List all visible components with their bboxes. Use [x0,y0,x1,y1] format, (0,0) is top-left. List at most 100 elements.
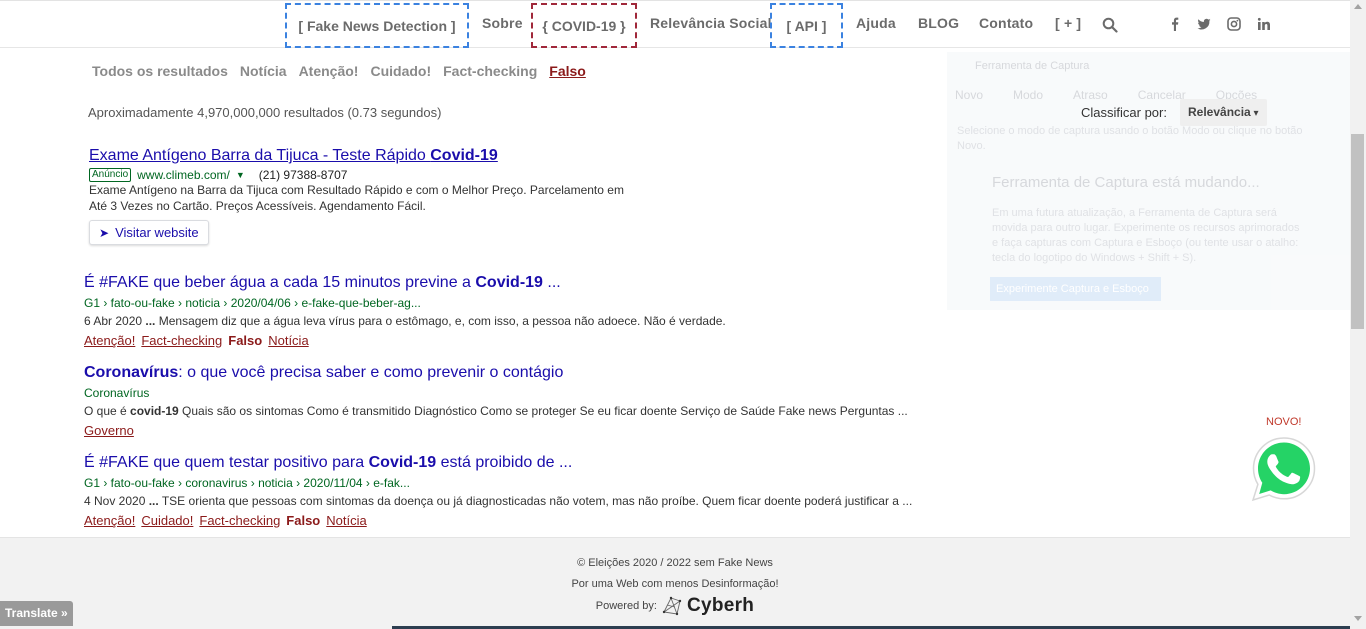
result-filters: Todos os resultados Notícia Atenção! Cui… [92,63,586,79]
scroll-down-icon[interactable] [1354,616,1362,621]
footer-tagline: Por uma Web com menos Desinformação! [571,578,779,590]
tag-atencao[interactable]: Atenção! [84,513,135,528]
snip-heading: Ferramenta de Captura está mudando... [992,174,1260,191]
result-title-suffix: : o que você precisa saber e como preven… [178,364,564,381]
result-tags: Governo [84,423,994,438]
nav-fake-news-detection[interactable]: [ Fake News Detection ] [285,3,469,48]
whatsapp-icon[interactable] [1249,434,1319,504]
tag-noticia[interactable]: Notícia [326,513,366,528]
result-title-text: É #FAKE que quem testar positivo para [84,454,369,471]
result-title[interactable]: É #FAKE que quem testar positivo para Co… [84,454,994,472]
search-result: É #FAKE que beber água a cada 15 minutos… [84,274,994,348]
result-tags: Atenção! Fact-checking Falso Notícia [84,333,994,348]
tag-atencao[interactable]: Atenção! [84,333,135,348]
result-url: G1 › fato-ou-fake › noticia › 2020/04/06… [84,296,421,310]
snip-mode-button[interactable]: Modo [1013,88,1043,102]
search-result: É #FAKE que quem testar positivo para Co… [84,454,994,528]
snip-cancel-button[interactable]: Cancelar [1138,88,1186,102]
chevron-down-icon[interactable]: ▼ [236,170,245,180]
tag-fact-checking[interactable]: Fact-checking [141,333,222,348]
result-title-suffix: ... [542,274,561,291]
snip-new-button[interactable]: Novo [955,88,983,102]
snippet-text: Mensagem diz que a água leva vírus para … [155,314,726,328]
search-result: Coronavírus: o que você precisa saber e … [84,364,994,438]
snip-title: Ferramenta de Captura [975,60,1090,72]
ad-phone[interactable]: (21) 97388-8707 [259,168,348,182]
footer-copyright: © Eleições 2020 / 2022 sem Fake News [577,557,773,569]
ad-description-2: Até 3 Vezes no Cartão. Preços Acessíveis… [89,199,426,213]
tag-governo[interactable]: Governo [84,423,134,438]
filter-noticia[interactable]: Notícia [240,63,287,79]
filter-fact-checking[interactable]: Fact-checking [443,63,537,79]
snippet-text: TSE orienta que pessoas com sintomas da … [158,494,913,508]
nav-relevancia-social[interactable]: Relevância Social [650,15,772,31]
twitter-icon[interactable] [1197,17,1211,31]
whatsapp-new-label: NOVO! [1266,416,1302,428]
filter-falso[interactable]: Falso [549,63,586,79]
result-title-bold: Coronavírus [84,364,179,381]
nav-contato[interactable]: Contato [979,15,1033,31]
nav-blog[interactable]: BLOG [918,15,959,31]
result-count: Aproximadamente 4,970,000,000 resultados… [88,105,442,120]
footer: © Eleições 2020 / 2022 sem Fake News Por… [0,537,1350,629]
snip-instructions: Selecione o modo de captura usando o bot… [957,125,1303,152]
tag-fact-checking[interactable]: Fact-checking [199,513,280,528]
snipping-tool-overlay: Ferramenta de Captura Novo Modo Atraso C… [947,52,1350,310]
filter-atencao[interactable]: Atenção! [299,63,359,79]
result-title-suffix: está proibido de ... [436,454,573,471]
search-icon[interactable] [1102,17,1118,33]
result-title-bold: Covid-19 [368,454,437,471]
ad-badge: Anúncio [89,168,132,182]
instagram-icon[interactable] [1227,17,1241,31]
result-url: Coronavírus [84,386,150,400]
nav-sobre[interactable]: Sobre [482,15,523,31]
translate-button[interactable]: Translate » [0,601,73,626]
snippet-prefix: O que é [84,404,131,418]
tag-noticia[interactable]: Notícia [268,333,308,348]
snippet-bold: ... [148,494,159,508]
arrow-right-icon: ➤ [99,225,110,240]
snippet-bold: covid-19 [130,404,179,418]
snip-delay-button[interactable]: Atraso [1073,88,1108,102]
result-title-bold: Covid-19 [475,274,543,291]
visit-website-button[interactable]: ➤ Visitar website [89,220,209,245]
filter-cuidado[interactable]: Cuidado! [370,63,431,79]
nav-covid-label: { COVID-19 } [542,18,626,34]
ad-title-text: Exame Antígeno Barra da Tijuca - Teste R… [89,147,431,164]
result-snippet: O que é covid-19 Quais são os sintomas C… [84,404,994,418]
page-scrollbar[interactable] [1350,0,1366,629]
cyberh-logo-icon [662,596,682,616]
scroll-up-icon[interactable] [1354,4,1362,9]
scroll-thumb[interactable] [1351,134,1364,329]
ad-title-bold: Covid-19 [430,147,498,164]
nav-ajuda[interactable]: Ajuda [856,15,896,31]
tag-falso: Falso [228,333,263,348]
result-title[interactable]: Coronavírus: o que você precisa saber e … [84,364,994,382]
result-title[interactable]: É #FAKE que beber água a cada 15 minutos… [84,274,994,292]
result-title-text: É #FAKE que beber água a cada 15 minutos… [84,274,476,291]
sort-label: Classificar por: [1081,105,1167,120]
snippet-date: 4 Nov 2020 [84,494,149,508]
nav-fake-news-detection-label: [ Fake News Detection ] [298,18,456,34]
nav-covid[interactable]: { COVID-19 } [531,3,637,48]
nav-more[interactable]: [ + ] [1055,15,1081,31]
ad-url[interactable]: www.climeb.com/ [137,168,230,182]
powered-by-label: Powered by: [595,600,657,612]
snip-try-button[interactable]: Experimente Captura e Esboço [990,277,1161,301]
cyberh-brand[interactable]: Cyberh [687,595,754,617]
snippet-text: Quais são os sintomas Como é transmitido… [178,404,908,418]
ad-meta: Anúncio www.climeb.com/ ▼ (21) 97388-870… [89,168,689,182]
tag-falso: Falso [286,513,321,528]
result-tags: Atenção! Cuidado! Fact-checking Falso No… [84,513,994,528]
tag-cuidado[interactable]: Cuidado! [141,513,193,528]
nav-api[interactable]: [ API ] [770,3,843,48]
ad-description-1: Exame Antígeno na Barra da Tijuca com Re… [89,183,624,197]
result-url: G1 › fato-ou-fake › coronavirus › notici… [84,476,410,490]
sort-select[interactable]: Relevância [1180,99,1267,126]
linkedin-icon[interactable] [1257,17,1271,31]
filter-todos[interactable]: Todos os resultados [92,63,228,79]
facebook-icon[interactable] [1168,17,1182,31]
snippet-bold: ... [145,314,156,328]
ad-title[interactable]: Exame Antígeno Barra da Tijuca - Teste R… [89,147,689,165]
snip-body: Em uma futura atualização, a Ferramenta … [992,207,1300,264]
